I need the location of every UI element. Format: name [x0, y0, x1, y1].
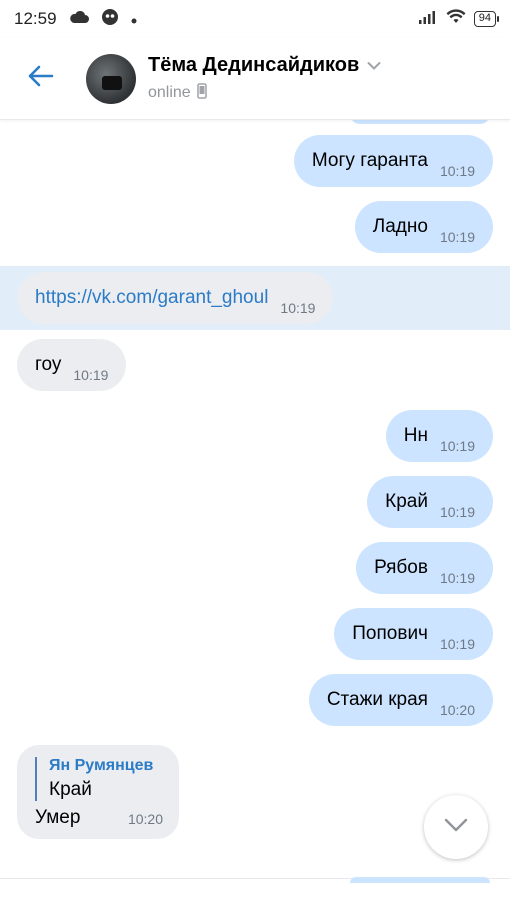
status-bar: 12:59 94	[0, 0, 510, 38]
message-bubble[interactable]: Край 10:19	[367, 476, 493, 528]
battery-icon: 94	[473, 11, 500, 27]
message-bubble[interactable]: гоу 10:19	[17, 339, 127, 391]
signal-icon	[418, 9, 438, 29]
message-text: Ладно	[372, 215, 428, 237]
message-text: Стажи края	[326, 688, 428, 710]
chat-header: Тёма Дединсайдиков online	[0, 38, 510, 120]
message-text: Нн	[403, 424, 428, 446]
message-text: гоу	[35, 353, 62, 375]
message-time: 10:19	[73, 367, 109, 383]
message-bubble[interactable]: Стажи края 10:20	[308, 674, 493, 726]
message-time: 10:19	[439, 163, 475, 179]
message-time: 10:19	[439, 229, 475, 245]
quoted-message[interactable]: Ян Румянцев Край	[35, 757, 163, 801]
message-bubble[interactable]: Попович 10:19	[334, 608, 493, 660]
message-time: 10:19	[439, 570, 475, 586]
message-time: 10:20	[439, 702, 475, 718]
message-bubble[interactable]: Нн 10:19	[385, 410, 493, 462]
chevron-down-icon	[444, 818, 468, 837]
notification-app-icon	[101, 8, 119, 31]
quote-text: Край	[49, 779, 92, 800]
quote-author[interactable]: Ян Румянцев	[49, 757, 163, 775]
message-bubble[interactable]: https://vk.com/garant_ghoul 10:19	[17, 272, 334, 324]
scroll-down-button[interactable]	[424, 795, 488, 859]
message-text: Край	[385, 490, 428, 512]
contact-status: online	[148, 84, 191, 101]
message-time: 10:20	[127, 811, 163, 827]
message-link[interactable]: https://vk.com/garant_ghoul	[35, 287, 268, 309]
contact-name[interactable]: Тёма Дединсайдиков	[148, 54, 359, 77]
message-time: 10:19	[439, 438, 475, 454]
message-text: Попович	[352, 622, 428, 644]
reply-message-bubble[interactable]: Ян Румянцев Край Умер 10:20	[17, 745, 179, 839]
back-button[interactable]	[0, 38, 80, 120]
mobile-phone-icon	[196, 82, 207, 104]
status-time: 12:59	[14, 9, 57, 28]
message-time: 10:19	[439, 636, 475, 652]
message-bubble[interactable]: Ладно 10:19	[354, 201, 493, 253]
message-bubble[interactable]: Могу гаранта 10:19	[293, 135, 493, 187]
cloud-icon	[69, 9, 89, 29]
message-text: Могу гаранта	[311, 149, 428, 171]
message-text: Умер	[35, 807, 81, 828]
next-message-bubble[interactable]	[350, 877, 490, 883]
chevron-down-icon[interactable]	[367, 54, 381, 77]
arrow-left-icon	[26, 64, 54, 93]
avatar[interactable]	[86, 53, 136, 104]
message-text: Рябов	[374, 556, 428, 578]
previous-message-bubble[interactable]	[350, 120, 490, 124]
message-time: 10:19	[280, 300, 316, 316]
message-time: 10:19	[439, 504, 475, 520]
notification-dot-icon	[131, 9, 137, 29]
message-bubble[interactable]: Рябов 10:19	[356, 542, 493, 594]
contact-info[interactable]: Тёма Дединсайдиков online	[148, 54, 381, 104]
composer-area[interactable]	[0, 877, 510, 900]
wifi-icon	[446, 9, 466, 29]
message-list[interactable]: Могу гаранта 10:19 Ладно 10:19 https://v…	[0, 120, 510, 880]
highlighted-message-row[interactable]: https://vk.com/garant_ghoul 10:19	[0, 266, 510, 330]
